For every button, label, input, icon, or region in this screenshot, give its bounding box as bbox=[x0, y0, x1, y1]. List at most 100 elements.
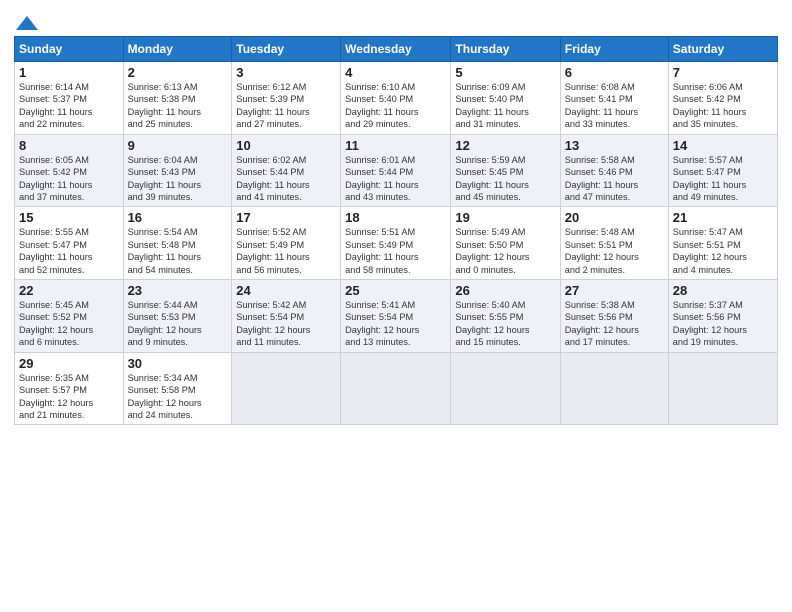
day-number: 26 bbox=[455, 283, 555, 298]
day-number: 18 bbox=[345, 210, 446, 225]
calendar-cell: 6Sunrise: 6:08 AMSunset: 5:41 PMDaylight… bbox=[560, 62, 668, 135]
day-number: 16 bbox=[128, 210, 228, 225]
calendar-cell: 4Sunrise: 6:10 AMSunset: 5:40 PMDaylight… bbox=[341, 62, 451, 135]
calendar-cell: 8Sunrise: 6:05 AMSunset: 5:42 PMDaylight… bbox=[15, 134, 124, 207]
day-info: Sunrise: 5:35 AMSunset: 5:57 PMDaylight:… bbox=[19, 372, 119, 422]
calendar-week-row: 8Sunrise: 6:05 AMSunset: 5:42 PMDaylight… bbox=[15, 134, 778, 207]
calendar-cell: 12Sunrise: 5:59 AMSunset: 5:45 PMDayligh… bbox=[451, 134, 560, 207]
calendar-table: SundayMondayTuesdayWednesdayThursdayFrid… bbox=[14, 36, 778, 425]
day-number: 6 bbox=[565, 65, 664, 80]
day-info: Sunrise: 5:54 AMSunset: 5:48 PMDaylight:… bbox=[128, 226, 228, 276]
calendar-week-row: 22Sunrise: 5:45 AMSunset: 5:52 PMDayligh… bbox=[15, 280, 778, 353]
day-info: Sunrise: 6:01 AMSunset: 5:44 PMDaylight:… bbox=[345, 154, 446, 204]
day-info: Sunrise: 5:48 AMSunset: 5:51 PMDaylight:… bbox=[565, 226, 664, 276]
day-info: Sunrise: 5:57 AMSunset: 5:47 PMDaylight:… bbox=[673, 154, 773, 204]
day-info: Sunrise: 5:40 AMSunset: 5:55 PMDaylight:… bbox=[455, 299, 555, 349]
day-info: Sunrise: 6:12 AMSunset: 5:39 PMDaylight:… bbox=[236, 81, 336, 131]
day-info: Sunrise: 5:34 AMSunset: 5:58 PMDaylight:… bbox=[128, 372, 228, 422]
day-number: 15 bbox=[19, 210, 119, 225]
calendar-cell: 22Sunrise: 5:45 AMSunset: 5:52 PMDayligh… bbox=[15, 280, 124, 353]
calendar-cell: 21Sunrise: 5:47 AMSunset: 5:51 PMDayligh… bbox=[668, 207, 777, 280]
day-info: Sunrise: 5:41 AMSunset: 5:54 PMDaylight:… bbox=[345, 299, 446, 349]
day-number: 10 bbox=[236, 138, 336, 153]
day-info: Sunrise: 5:37 AMSunset: 5:56 PMDaylight:… bbox=[673, 299, 773, 349]
calendar-cell bbox=[668, 352, 777, 425]
calendar-cell: 28Sunrise: 5:37 AMSunset: 5:56 PMDayligh… bbox=[668, 280, 777, 353]
day-number: 29 bbox=[19, 356, 119, 371]
day-number: 22 bbox=[19, 283, 119, 298]
calendar-cell: 7Sunrise: 6:06 AMSunset: 5:42 PMDaylight… bbox=[668, 62, 777, 135]
day-info: Sunrise: 5:47 AMSunset: 5:51 PMDaylight:… bbox=[673, 226, 773, 276]
calendar-cell: 3Sunrise: 6:12 AMSunset: 5:39 PMDaylight… bbox=[232, 62, 341, 135]
day-info: Sunrise: 6:02 AMSunset: 5:44 PMDaylight:… bbox=[236, 154, 336, 204]
weekday-header-thursday: Thursday bbox=[451, 37, 560, 62]
day-info: Sunrise: 6:08 AMSunset: 5:41 PMDaylight:… bbox=[565, 81, 664, 131]
calendar-cell: 18Sunrise: 5:51 AMSunset: 5:49 PMDayligh… bbox=[341, 207, 451, 280]
day-number: 23 bbox=[128, 283, 228, 298]
calendar-cell bbox=[341, 352, 451, 425]
header bbox=[14, 10, 778, 30]
page: SundayMondayTuesdayWednesdayThursdayFrid… bbox=[0, 0, 792, 433]
day-number: 8 bbox=[19, 138, 119, 153]
day-number: 11 bbox=[345, 138, 446, 153]
calendar-cell: 9Sunrise: 6:04 AMSunset: 5:43 PMDaylight… bbox=[123, 134, 232, 207]
day-info: Sunrise: 6:13 AMSunset: 5:38 PMDaylight:… bbox=[128, 81, 228, 131]
day-number: 2 bbox=[128, 65, 228, 80]
day-number: 1 bbox=[19, 65, 119, 80]
calendar-cell: 13Sunrise: 5:58 AMSunset: 5:46 PMDayligh… bbox=[560, 134, 668, 207]
calendar-cell bbox=[232, 352, 341, 425]
day-info: Sunrise: 6:05 AMSunset: 5:42 PMDaylight:… bbox=[19, 154, 119, 204]
day-info: Sunrise: 5:58 AMSunset: 5:46 PMDaylight:… bbox=[565, 154, 664, 204]
day-info: Sunrise: 6:10 AMSunset: 5:40 PMDaylight:… bbox=[345, 81, 446, 131]
day-number: 17 bbox=[236, 210, 336, 225]
day-info: Sunrise: 5:59 AMSunset: 5:45 PMDaylight:… bbox=[455, 154, 555, 204]
day-number: 27 bbox=[565, 283, 664, 298]
weekday-header-wednesday: Wednesday bbox=[341, 37, 451, 62]
calendar-cell: 11Sunrise: 6:01 AMSunset: 5:44 PMDayligh… bbox=[341, 134, 451, 207]
calendar-cell: 20Sunrise: 5:48 AMSunset: 5:51 PMDayligh… bbox=[560, 207, 668, 280]
calendar-header-row: SundayMondayTuesdayWednesdayThursdayFrid… bbox=[15, 37, 778, 62]
day-info: Sunrise: 6:06 AMSunset: 5:42 PMDaylight:… bbox=[673, 81, 773, 131]
day-info: Sunrise: 6:09 AMSunset: 5:40 PMDaylight:… bbox=[455, 81, 555, 131]
day-info: Sunrise: 5:38 AMSunset: 5:56 PMDaylight:… bbox=[565, 299, 664, 349]
calendar-week-row: 1Sunrise: 6:14 AMSunset: 5:37 PMDaylight… bbox=[15, 62, 778, 135]
calendar-cell: 17Sunrise: 5:52 AMSunset: 5:49 PMDayligh… bbox=[232, 207, 341, 280]
calendar-week-row: 15Sunrise: 5:55 AMSunset: 5:47 PMDayligh… bbox=[15, 207, 778, 280]
calendar-cell: 19Sunrise: 5:49 AMSunset: 5:50 PMDayligh… bbox=[451, 207, 560, 280]
calendar-cell: 27Sunrise: 5:38 AMSunset: 5:56 PMDayligh… bbox=[560, 280, 668, 353]
day-number: 28 bbox=[673, 283, 773, 298]
calendar-cell: 25Sunrise: 5:41 AMSunset: 5:54 PMDayligh… bbox=[341, 280, 451, 353]
day-number: 19 bbox=[455, 210, 555, 225]
day-number: 4 bbox=[345, 65, 446, 80]
day-number: 5 bbox=[455, 65, 555, 80]
day-number: 25 bbox=[345, 283, 446, 298]
logo bbox=[14, 14, 38, 30]
day-number: 12 bbox=[455, 138, 555, 153]
calendar-cell: 1Sunrise: 6:14 AMSunset: 5:37 PMDaylight… bbox=[15, 62, 124, 135]
day-number: 9 bbox=[128, 138, 228, 153]
day-number: 13 bbox=[565, 138, 664, 153]
day-number: 20 bbox=[565, 210, 664, 225]
weekday-header-tuesday: Tuesday bbox=[232, 37, 341, 62]
day-info: Sunrise: 5:45 AMSunset: 5:52 PMDaylight:… bbox=[19, 299, 119, 349]
day-info: Sunrise: 5:52 AMSunset: 5:49 PMDaylight:… bbox=[236, 226, 336, 276]
day-info: Sunrise: 5:44 AMSunset: 5:53 PMDaylight:… bbox=[128, 299, 228, 349]
day-number: 24 bbox=[236, 283, 336, 298]
calendar-cell: 10Sunrise: 6:02 AMSunset: 5:44 PMDayligh… bbox=[232, 134, 341, 207]
weekday-header-sunday: Sunday bbox=[15, 37, 124, 62]
calendar-cell: 24Sunrise: 5:42 AMSunset: 5:54 PMDayligh… bbox=[232, 280, 341, 353]
weekday-header-friday: Friday bbox=[560, 37, 668, 62]
day-info: Sunrise: 6:04 AMSunset: 5:43 PMDaylight:… bbox=[128, 154, 228, 204]
day-number: 21 bbox=[673, 210, 773, 225]
calendar-cell bbox=[451, 352, 560, 425]
logo-arrow-icon bbox=[16, 16, 38, 30]
day-info: Sunrise: 6:14 AMSunset: 5:37 PMDaylight:… bbox=[19, 81, 119, 131]
day-info: Sunrise: 5:55 AMSunset: 5:47 PMDaylight:… bbox=[19, 226, 119, 276]
calendar-cell: 26Sunrise: 5:40 AMSunset: 5:55 PMDayligh… bbox=[451, 280, 560, 353]
day-number: 14 bbox=[673, 138, 773, 153]
calendar-cell: 23Sunrise: 5:44 AMSunset: 5:53 PMDayligh… bbox=[123, 280, 232, 353]
calendar-cell: 16Sunrise: 5:54 AMSunset: 5:48 PMDayligh… bbox=[123, 207, 232, 280]
calendar-cell: 29Sunrise: 5:35 AMSunset: 5:57 PMDayligh… bbox=[15, 352, 124, 425]
calendar-cell: 15Sunrise: 5:55 AMSunset: 5:47 PMDayligh… bbox=[15, 207, 124, 280]
day-info: Sunrise: 5:42 AMSunset: 5:54 PMDaylight:… bbox=[236, 299, 336, 349]
